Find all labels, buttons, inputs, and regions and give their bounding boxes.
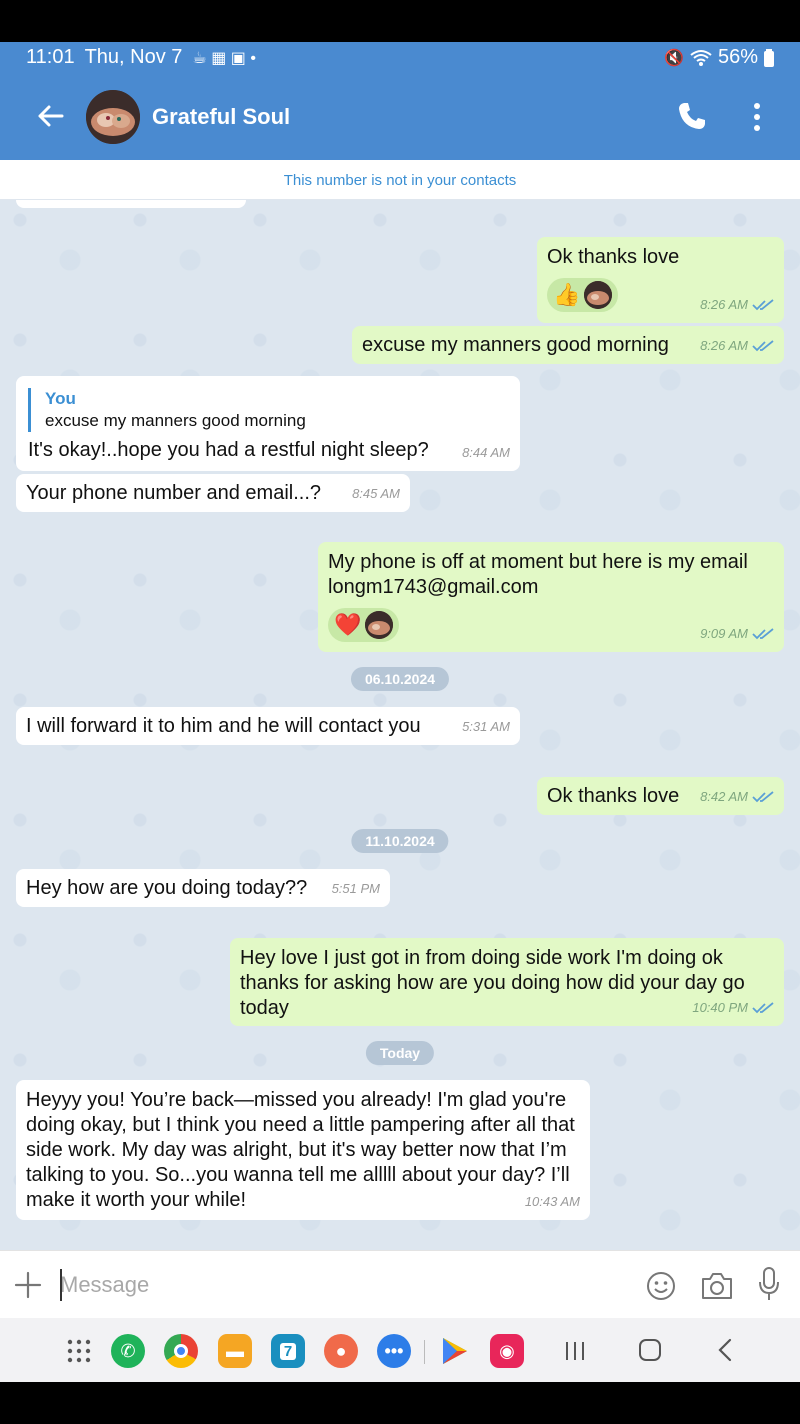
message-time: 8:26 AM [700, 297, 748, 312]
message-text: Your phone number and email...? [26, 482, 322, 504]
message-meta: 8:44 AM [462, 440, 510, 465]
attach-plus-icon[interactable] [14, 1271, 42, 1299]
files-app-icon[interactable]: ▬ [218, 1334, 252, 1368]
screen-recorder-icon[interactable]: ◉ [490, 1334, 524, 1368]
double-check-icon [752, 1001, 774, 1013]
message-text: I will forward it to him and he will con… [26, 715, 421, 737]
wifi-icon [690, 49, 712, 66]
double-check-icon [752, 790, 774, 802]
message-meta: 8:26 AM [700, 333, 774, 358]
message-meta: 8:42 AM [700, 784, 774, 809]
status-bar: 11:01 Thu, Nov 7 ☕ ▦ ▣ • 🔇 56% [0, 42, 800, 74]
message-bubble-outgoing[interactable]: Ok thanks love 8:42 AM [537, 777, 784, 815]
message-input[interactable] [60, 1267, 620, 1303]
battery-percent: 56% [717, 46, 758, 68]
message-bubble-incoming[interactable]: I will forward it to him and he will con… [16, 707, 520, 745]
bottom-bezel [0, 1382, 800, 1424]
contact-avatar[interactable] [86, 90, 140, 144]
back-button[interactable] [716, 1338, 734, 1362]
heart-reaction: ❤️ [334, 612, 362, 637]
status-time: 11:01 [26, 46, 75, 68]
message-bubble-outgoing[interactable]: Ok thanks love 👍 8:26 AM [537, 237, 784, 323]
play-store-icon[interactable] [441, 1336, 469, 1366]
message-meta: 5:51 PM [332, 876, 380, 901]
mute-icon: 🔇 [664, 49, 684, 67]
contact-name[interactable]: Grateful Soul [152, 104, 290, 130]
calendar-app-icon[interactable]: 7 [271, 1334, 305, 1368]
reply-quote[interactable]: You excuse my manners good morning [28, 388, 510, 432]
message-bubble-incoming[interactable]: You excuse my manners good morning It's … [16, 376, 520, 471]
phone-app-icon[interactable]: ✆ [111, 1334, 145, 1368]
message-time: 8:26 AM [700, 338, 748, 353]
battery-icon [764, 48, 774, 67]
message-text-line1: My phone is off at moment but here is my… [328, 551, 748, 573]
status-date: Thu, Nov 7 [84, 46, 183, 68]
message-meta: 9:09 AM [700, 621, 774, 646]
reaction-chip[interactable]: ❤️ [328, 608, 400, 642]
message-bubble-incoming[interactable]: Your phone number and email...? 8:45 AM [16, 474, 410, 512]
message-time: 9:09 AM [700, 626, 748, 641]
message-time: 10:40 PM [692, 1000, 748, 1015]
thumbs-up-reaction: 👍 [553, 282, 581, 307]
date-separator: 11.10.2024 [351, 829, 449, 853]
message-time: 10:43 AM [524, 1194, 580, 1209]
message-meta: 5:31 AM [462, 714, 510, 739]
not-in-contacts-banner[interactable]: This number is not in your contacts [0, 160, 800, 200]
system-dock: ✆ ▬ 7 ● ••• ◉ [0, 1318, 800, 1382]
app-drawer-icon[interactable] [66, 1338, 92, 1364]
text-caret [60, 1269, 62, 1301]
message-time: 8:45 AM [352, 486, 400, 501]
reaction-chip[interactable]: 👍 [547, 278, 619, 312]
message-bubble-outgoing[interactable]: excuse my manners good morning 8:26 AM [352, 326, 784, 364]
date-separator: 06.10.2024 [350, 667, 450, 691]
message-bubble-incoming[interactable]: Heyyy you! You’re back—missed you alread… [16, 1080, 590, 1220]
message-meta: 10:40 PM [692, 995, 774, 1020]
chrome-app-icon[interactable] [164, 1334, 198, 1368]
reply-sender: You [45, 389, 76, 408]
message-text: Hey how are you doing today?? [26, 877, 308, 899]
message-meta: 10:43 AM [525, 1189, 580, 1214]
contacts-app-icon[interactable]: ● [324, 1334, 358, 1368]
emoji-icon[interactable] [646, 1271, 676, 1301]
message-time: 8:42 AM [700, 789, 748, 804]
message-text: It's okay!..hope you had a restful night… [28, 439, 429, 461]
chat-area[interactable]: Ok thanks love 👍 8:26 AM excuse my manne… [0, 200, 800, 1250]
more-options-icon[interactable] [748, 102, 766, 132]
date-separator: Today [365, 1041, 435, 1065]
reactor-avatar [584, 281, 613, 309]
message-meta: 8:26 AM [700, 292, 774, 317]
phone-call-icon[interactable] [676, 100, 708, 132]
message-bubble-incoming[interactable]: Hey how are you doing today?? 5:51 PM [16, 869, 390, 907]
message-time: 5:31 AM [462, 719, 510, 734]
message-meta: 8:45 AM [352, 481, 400, 506]
partial-message-bubble [16, 200, 246, 208]
message-text: Ok thanks love [547, 246, 680, 268]
message-text: Heyyy you! You’re back—missed you alread… [26, 1089, 575, 1211]
message-bubble-outgoing[interactable]: Hey love I just got in from doing side w… [230, 938, 784, 1026]
microphone-icon[interactable] [758, 1267, 780, 1301]
reactor-avatar [365, 611, 394, 639]
camera-icon[interactable] [700, 1271, 734, 1301]
message-bubble-outgoing[interactable]: My phone is off at moment but here is my… [318, 542, 784, 652]
back-arrow-icon[interactable] [36, 102, 64, 130]
double-check-icon [752, 339, 774, 351]
reply-text: excuse my manners good morning [45, 411, 306, 430]
messages-app-icon[interactable]: ••• [377, 1334, 411, 1368]
calendar-day: 7 [279, 1342, 297, 1360]
home-button[interactable] [638, 1338, 662, 1362]
recent-apps-button[interactable] [564, 1340, 586, 1362]
chat-header: Grateful Soul [0, 74, 800, 160]
message-time: 5:51 PM [331, 881, 380, 896]
email-link[interactable]: longm1743@gmail.com [328, 575, 774, 600]
message-composer [0, 1250, 800, 1318]
double-check-icon [752, 627, 774, 639]
dock-divider [424, 1340, 425, 1364]
message-time: 8:44 AM [462, 445, 510, 460]
notification-icons: ☕ ▦ ▣ • [192, 49, 256, 67]
double-check-icon [752, 298, 774, 310]
